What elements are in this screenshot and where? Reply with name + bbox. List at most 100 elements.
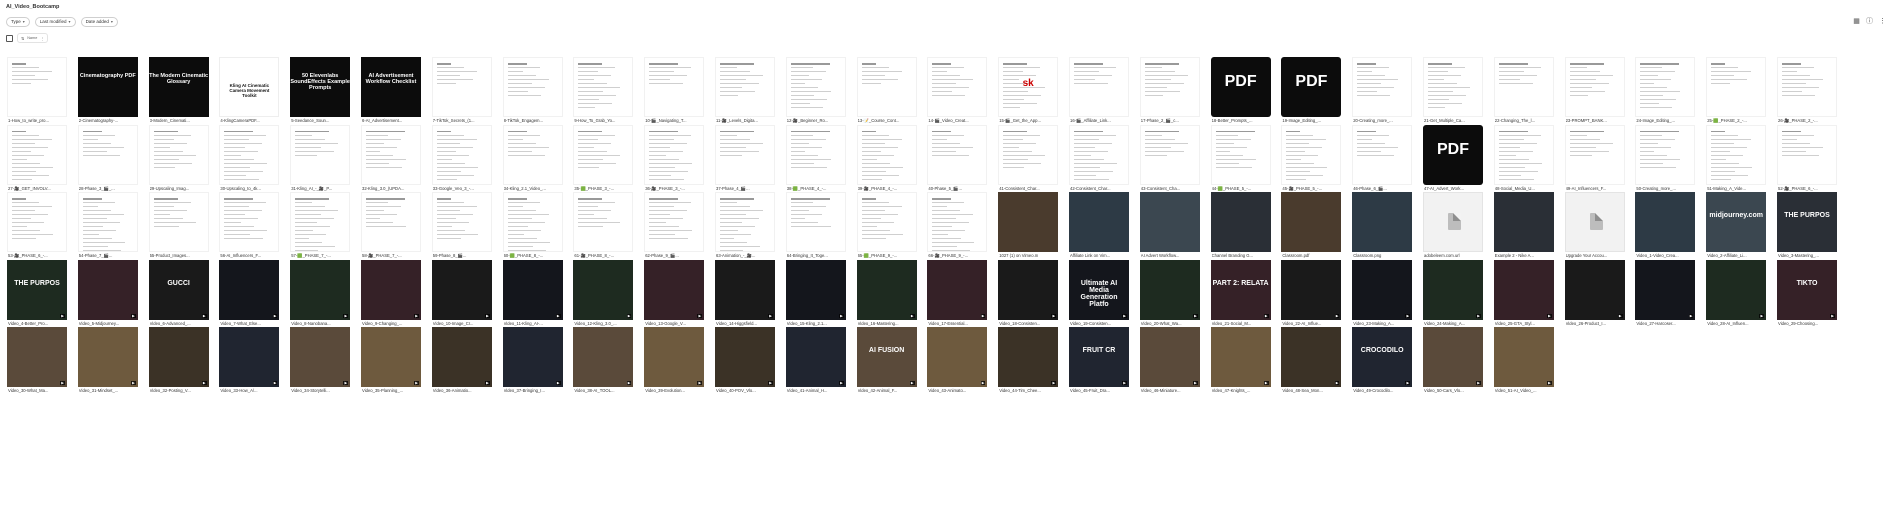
file-card[interactable]: 62-Phase_9_🎬...: [644, 192, 705, 258]
file-card[interactable]: Upgrade Your Accou...: [1564, 192, 1625, 258]
grid-view-icon[interactable]: ▦: [1853, 18, 1860, 25]
file-card[interactable]: ▶ Video_7-What_Else...: [219, 259, 280, 326]
file-card[interactable]: 12-🎥_Beginner_Ro...: [785, 57, 846, 123]
file-card[interactable]: ▶ Video_17-Essential...: [927, 259, 988, 326]
file-card[interactable]: sk 15-🎬_Get_the_App...: [998, 57, 1059, 123]
file-card[interactable]: 37-Phase_4_🎬...: [715, 124, 775, 191]
filter-last-modified[interactable]: Last modified ▾: [34, 17, 76, 27]
file-card[interactable]: ▶ Video_47-Knights_...: [1210, 327, 1271, 393]
file-card[interactable]: Affiliate Link on Vim...: [1069, 192, 1129, 258]
file-card[interactable]: 38-🟩_PHASE_4_-...: [785, 124, 846, 191]
file-card[interactable]: adobeleem.com.url: [1423, 192, 1483, 258]
file-card[interactable]: ▶ Video_10-Image_Cr...: [431, 259, 492, 326]
file-card[interactable]: 58-🎥_PHASE_7_-...: [361, 192, 421, 258]
file-card[interactable]: ▶ Video_27-Harcoser...: [1635, 259, 1696, 326]
file-card[interactable]: 21-Get_Multiple_Ca...: [1423, 57, 1483, 123]
file-card[interactable]: ▶ Video_37-Bringing_I...: [502, 327, 563, 393]
file-card[interactable]: 40-Phase_5_🎬...: [927, 124, 988, 191]
file-card[interactable]: 36-🎥_PHASE_3_-...: [644, 124, 705, 191]
file-card[interactable]: ▶ Video_35-Planning_...: [361, 327, 421, 393]
file-card[interactable]: CROCODILO ▶ Video_49-Crocodilo...: [1352, 327, 1413, 393]
file-card[interactable]: 33-Google_Veo_3_-...: [431, 124, 492, 191]
file-card[interactable]: ▶ Video_43-Animato...: [927, 327, 988, 393]
file-card[interactable]: ▶ Video_16-Mastering...: [856, 259, 917, 326]
file-card[interactable]: 60-🟩_PHASE_8_-...: [502, 192, 563, 258]
file-card[interactable]: Classroom.png: [1352, 192, 1413, 258]
file-card[interactable]: ▶ Video_24-Making_A...: [1423, 259, 1483, 326]
file-card[interactable]: 9-How_To_Grab_Yo...: [573, 57, 634, 123]
file-card[interactable]: 44-🟩_PHASE_5_-...: [1210, 124, 1271, 191]
file-card[interactable]: 16-🎬_Affiliate_Link...: [1069, 57, 1129, 123]
file-card[interactable]: ▶ Video_9-Changing_...: [361, 259, 421, 326]
file-card[interactable]: ▶ Video_50-Cars_Vlo...: [1423, 327, 1483, 393]
file-card[interactable]: ▶ Video_31-Mindset_...: [77, 327, 138, 393]
file-card[interactable]: 1-How_to_write_pro...: [7, 57, 67, 123]
file-card[interactable]: 39-🎥_PHASE_4_-...: [856, 124, 917, 191]
file-card[interactable]: 57-🟩_PHASE_7_-...: [290, 192, 351, 258]
filter-date-added[interactable]: Date added ▾: [80, 17, 118, 27]
file-card[interactable]: ▶ Video_41-Animal_H...: [785, 327, 846, 393]
file-card[interactable]: 61-🎥_PHASE_8_-...: [573, 192, 634, 258]
file-card[interactable]: ▶ Video_20-What_Wa...: [1139, 259, 1200, 326]
file-card[interactable]: Ultimate AI Media Generation Platfo ▶ Vide…: [1069, 259, 1129, 326]
file-card[interactable]: 20-Creating_more_...: [1352, 57, 1413, 123]
file-card[interactable]: ▶ Video_12-Kling_3.0_...: [573, 259, 634, 326]
file-card[interactable]: TIKTO ▶ Video_29-Choosing...: [1777, 259, 1837, 326]
file-card[interactable]: 35-🟩_PHASE_3_-...: [573, 124, 634, 191]
file-card[interactable]: Kling AI Cinematic Camera Movement Toolk…: [219, 57, 280, 123]
file-card[interactable]: 13-📝_Course_Cont...: [856, 57, 917, 123]
file-card[interactable]: ▶ Video_11-Kling_AI-...: [502, 259, 563, 326]
file-card[interactable]: 45-🎥_PHASE_5_-...: [1281, 124, 1342, 191]
file-card[interactable]: ▶ Video_28-AI_Influen...: [1706, 259, 1767, 326]
file-card[interactable]: 1027 (1) on Vimeo.m: [998, 192, 1059, 258]
file-card[interactable]: 28-Phase_3_🎬_...: [77, 124, 138, 191]
file-card[interactable]: 32-Kling_3.0_(UPDA...: [361, 124, 421, 191]
file-card[interactable]: Classroom.pdf: [1281, 192, 1342, 258]
file-card[interactable]: FRUIT CR ▶ Video_45-Fruit_Dra...: [1069, 327, 1129, 393]
info-icon[interactable]: ⓘ: [1866, 18, 1873, 25]
file-card[interactable]: PART 2: RELATA ▶ Video_21-Social_M...: [1210, 259, 1271, 326]
file-card[interactable]: 41-Consistent_Char...: [998, 124, 1059, 191]
file-card[interactable]: 63-Animation_-_🎥...: [715, 192, 775, 258]
file-card[interactable]: 66-🎥_PHASE_9_-...: [927, 192, 988, 258]
file-card[interactable]: 64-Bringing_It_Toge...: [785, 192, 846, 258]
file-card[interactable]: 22-Changing_The_l...: [1493, 57, 1554, 123]
file-card[interactable]: ▶ Video_15-Kling_2.1...: [785, 259, 846, 326]
file-card[interactable]: 43-Consistent_Cha...: [1139, 124, 1200, 191]
file-card[interactable]: ▶ Video_44-Tim_Chee...: [998, 327, 1059, 393]
file-card[interactable]: 31-Kling_AI_-_🎥_P...: [290, 124, 351, 191]
file-card[interactable]: 8-TikTok_Engagem...: [502, 57, 563, 123]
file-card[interactable]: AI Advert Workflow...: [1139, 192, 1200, 258]
file-card[interactable]: ▶ Video_13-Google_V...: [644, 259, 705, 326]
filter-type[interactable]: Type ▾: [6, 17, 30, 27]
file-card[interactable]: PDF 18-Better_Prompts_...: [1210, 57, 1271, 123]
file-card[interactable]: 46-Phase_6_🎬...: [1352, 124, 1413, 191]
sort-select[interactable]: ⇅ Name ⋮: [17, 33, 49, 43]
file-card[interactable]: 10-🎬_Navigating_T...: [644, 57, 705, 123]
file-card[interactable]: 34-Kling_2.1_Video_...: [502, 124, 563, 191]
file-card[interactable]: ▶ Video_25-GTA_Styl...: [1493, 259, 1554, 326]
file-card[interactable]: 56-AI_Influencers_F...: [219, 192, 280, 258]
file-card[interactable]: 48-Social_Media_U...: [1493, 124, 1554, 191]
file-card[interactable]: ▶ Video_14-Higgsfield...: [715, 259, 775, 326]
file-card[interactable]: 53-🎥_PHASE_6_-...: [7, 192, 67, 258]
select-all-checkbox[interactable]: [6, 34, 13, 42]
file-card[interactable]: 7-TikTok_Secrets_(1...: [431, 57, 492, 123]
file-card[interactable]: 23-PROMPT_BANK...: [1564, 57, 1625, 123]
file-card[interactable]: Example 2 - Nike A...: [1493, 192, 1554, 258]
file-card[interactable]: AI FUSION ▶ Video_42-Animal_F...: [856, 327, 917, 393]
file-card[interactable]: ▶ Video_30-What_Ma...: [7, 327, 67, 393]
file-card[interactable]: ▶ Video_40-POV_Vlo...: [715, 327, 775, 393]
file-card[interactable]: ▶ Video_38-AI_TOOL...: [573, 327, 634, 393]
file-card[interactable]: ▶ Video_34-Storytelli...: [290, 327, 351, 393]
file-card[interactable]: ▶ Video_51-AI_Video_...: [1493, 327, 1554, 393]
more-icon[interactable]: ⋮: [1879, 18, 1886, 25]
file-card[interactable]: 17-Phase_2_🎬_c...: [1139, 57, 1200, 123]
file-card[interactable]: 54-Phase_7_🎬...: [77, 192, 138, 258]
file-card[interactable]: 65-🟩_PHASE_9_-...: [856, 192, 917, 258]
file-card[interactable]: ▶ Video_22-AI_Influe...: [1281, 259, 1342, 326]
file-card[interactable]: AI Advertisement Workflow Checklist 6-AI_…: [361, 57, 421, 123]
file-card[interactable]: ▶ Video_39-Evolution...: [644, 327, 705, 393]
file-card[interactable]: 27-🎥_GET_INVOLV...: [7, 124, 67, 191]
file-card[interactable]: 42-Consistent_Char...: [1069, 124, 1129, 191]
